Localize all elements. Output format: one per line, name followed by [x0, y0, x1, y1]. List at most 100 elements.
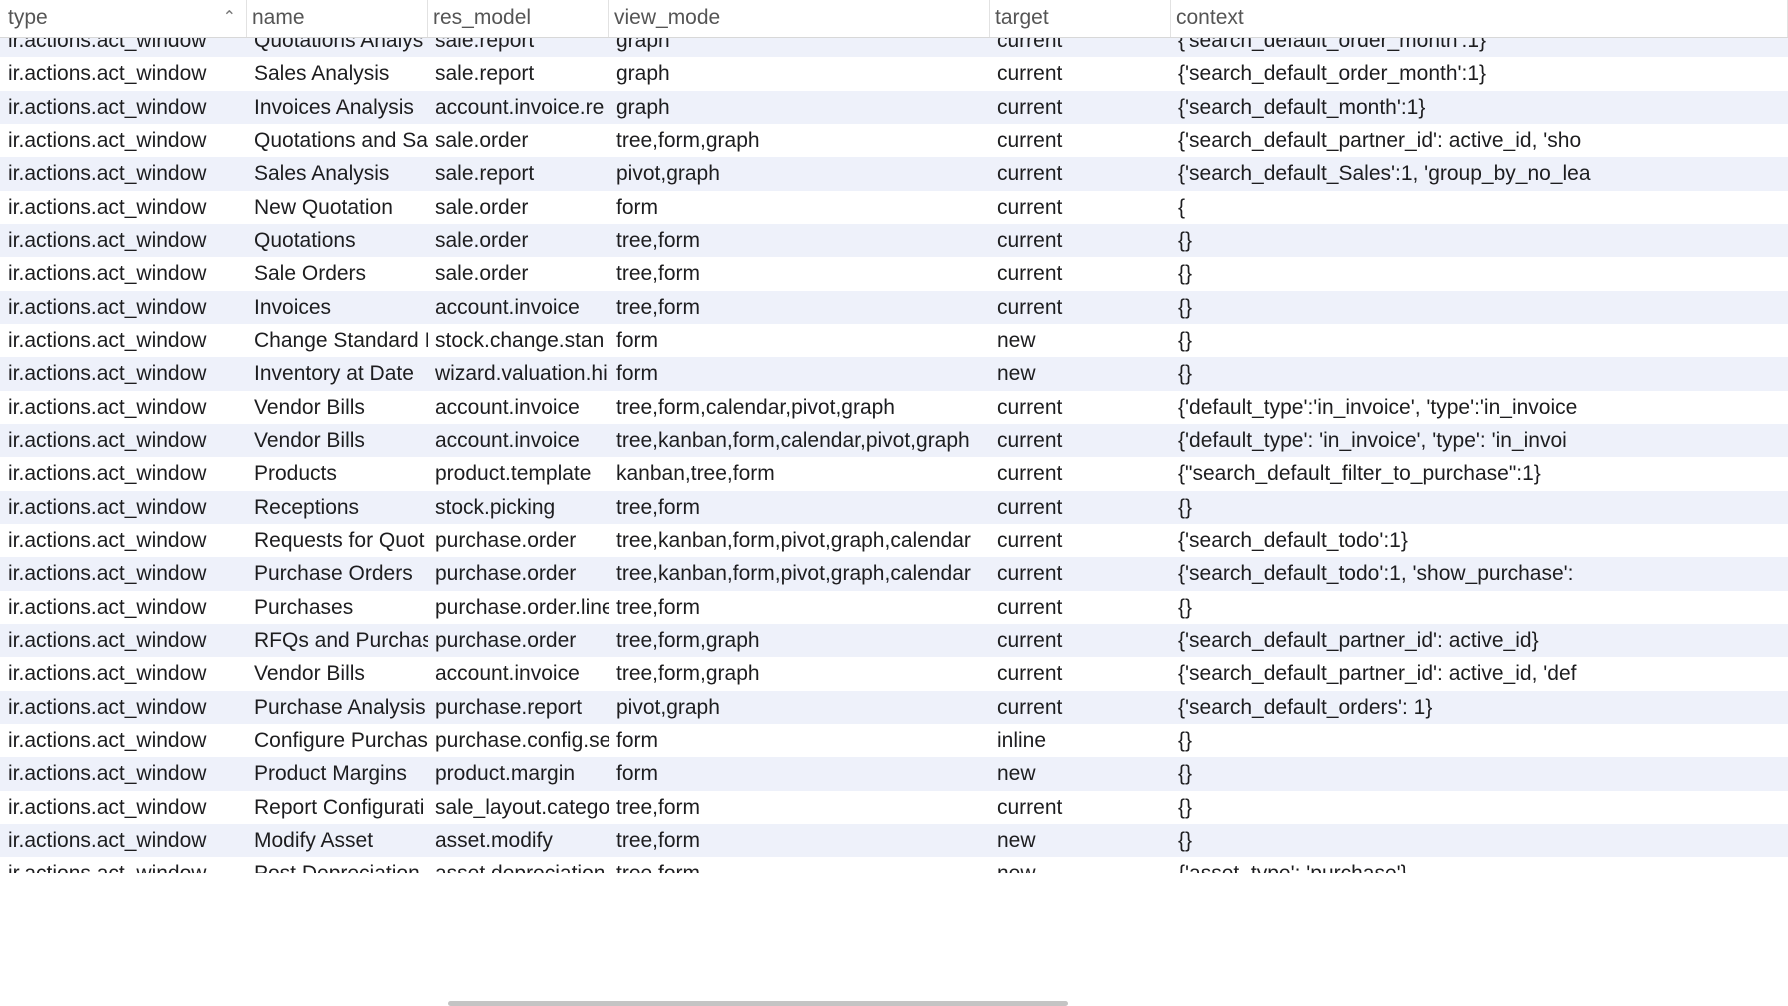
cell-context[interactable]: {} — [1171, 824, 1788, 857]
cell-name[interactable]: Sale Orders — [247, 257, 428, 290]
cell-view-mode[interactable]: tree,form,graph — [609, 624, 990, 657]
cell-type[interactable]: ir.actions.act_window — [0, 91, 247, 124]
cell-type[interactable]: ir.actions.act_window — [0, 324, 247, 357]
table-row[interactable]: ir.actions.act_window Purchases purchase.o… — [0, 590, 1788, 624]
cell-view-mode[interactable]: tree,form,graph — [609, 124, 990, 157]
cell-context[interactable]: {} — [1171, 291, 1788, 324]
cell-res-model[interactable]: sale.order — [428, 257, 609, 290]
cell-view-mode[interactable]: pivot,graph — [609, 691, 990, 724]
cell-view-mode[interactable]: tree,kanban,form,pivot,graph,calendar — [609, 557, 990, 590]
cell-res-model[interactable]: purchase.config.se — [428, 724, 609, 757]
cell-res-model[interactable]: purchase.order.line — [428, 591, 609, 624]
cell-name[interactable]: Products — [247, 457, 428, 490]
cell-res-model[interactable]: stock.change.stan — [428, 324, 609, 357]
cell-view-mode[interactable]: form — [609, 324, 990, 357]
column-header-res-model[interactable]: res_model — [428, 0, 609, 37]
results-grid[interactable]: type ⌃ name res_model view_mode target c… — [0, 0, 1788, 1006]
cell-context[interactable]: {} — [1171, 791, 1788, 824]
table-row[interactable]: ir.actions.act_window Change Standard Ist… — [0, 323, 1788, 358]
cell-type[interactable]: ir.actions.act_window — [0, 757, 247, 790]
column-header-name[interactable]: name — [247, 0, 428, 37]
cell-name[interactable]: Sales Analysis — [247, 157, 428, 190]
column-header-context[interactable]: context — [1171, 0, 1788, 37]
cell-name[interactable]: Purchase Orders — [247, 557, 428, 590]
cell-target[interactable]: current — [990, 57, 1171, 90]
cell-res-model[interactable]: asset.modify — [428, 824, 609, 857]
cell-name[interactable]: Vendor Bills — [247, 657, 428, 690]
cell-view-mode[interactable]: tree,form — [609, 791, 990, 824]
cell-target[interactable]: current — [990, 391, 1171, 424]
cell-view-mode[interactable]: tree,form — [609, 224, 990, 257]
cell-name[interactable]: Purchases — [247, 591, 428, 624]
cell-target[interactable]: current — [990, 524, 1171, 557]
cell-name[interactable]: Report Configurati — [247, 791, 428, 824]
cell-view-mode[interactable]: graph — [609, 91, 990, 124]
cell-context[interactable]: {} — [1171, 491, 1788, 524]
cell-res-model[interactable]: sale_layout.catego — [428, 791, 609, 824]
cell-type[interactable]: ir.actions.act_window — [0, 157, 247, 190]
cell-view-mode[interactable]: tree,form — [609, 824, 990, 857]
cell-context[interactable]: {'search_default_orders': 1} — [1171, 691, 1788, 724]
cell-view-mode[interactable]: tree,form — [609, 257, 990, 290]
cell-view-mode[interactable]: graph — [609, 57, 990, 90]
cell-res-model[interactable]: sale.report — [428, 57, 609, 90]
cell-context[interactable]: {} — [1171, 224, 1788, 257]
table-row[interactable]: ir.actions.act_window Modify Asset asset.m… — [0, 823, 1788, 858]
cell-type[interactable]: ir.actions.act_window — [0, 357, 247, 390]
cell-context[interactable]: {"search_default_filter_to_purchase":1} — [1171, 457, 1788, 490]
table-row[interactable]: ir.actions.act_window Sales Analysis sale.… — [0, 157, 1788, 191]
cell-type[interactable]: ir.actions.act_window — [0, 657, 247, 690]
cell-context[interactable]: {} — [1171, 591, 1788, 624]
cell-view-mode[interactable]: tree,form — [609, 591, 990, 624]
cell-name[interactable]: Vendor Bills — [247, 391, 428, 424]
table-row[interactable]: ir.actions.act_window Receptions stock.pic… — [0, 490, 1788, 524]
cell-name[interactable]: Purchase Analysis — [247, 691, 428, 724]
cell-target[interactable]: current — [990, 791, 1171, 824]
cell-context[interactable]: {'search_default_Sales':1, 'group_by_no_… — [1171, 157, 1788, 190]
horizontal-scrollbar[interactable] — [448, 1001, 1068, 1006]
cell-context[interactable]: {'search_default_partner_id': active_id,… — [1171, 657, 1788, 690]
cell-name[interactable]: Modify Asset — [247, 824, 428, 857]
cell-type[interactable]: ir.actions.act_window — [0, 724, 247, 757]
cell-type[interactable]: ir.actions.act_window — [0, 57, 247, 90]
table-row[interactable]: ir.actions.act_window Products product.tem… — [0, 457, 1788, 491]
cell-res-model[interactable]: sale.order — [428, 224, 609, 257]
cell-view-mode[interactable]: form — [609, 757, 990, 790]
cell-target[interactable]: current — [990, 424, 1171, 457]
table-row[interactable]: ir.actions.act_window Vendor Bills account… — [0, 390, 1788, 424]
chevron-up-icon[interactable]: ⌃ — [223, 0, 236, 36]
cell-view-mode[interactable]: pivot,graph — [609, 157, 990, 190]
cell-view-mode[interactable]: tree,kanban,form,calendar,pivot,graph — [609, 424, 990, 457]
cell-view-mode[interactable]: tree,form,graph — [609, 657, 990, 690]
table-row[interactable]: ir.actions.act_window Report Configurati s… — [0, 790, 1788, 824]
cell-type[interactable]: ir.actions.act_window — [0, 491, 247, 524]
cell-view-mode[interactable]: tree,form — [609, 491, 990, 524]
cell-target[interactable]: inline — [990, 724, 1171, 757]
column-header-view-mode[interactable]: view_mode — [609, 0, 990, 37]
cell-context[interactable]: {'search_default_todo':1, 'show_purchase… — [1171, 557, 1788, 590]
cell-type[interactable]: ir.actions.act_window — [0, 257, 247, 290]
cell-type[interactable]: ir.actions.act_window — [0, 591, 247, 624]
cell-target[interactable]: current — [990, 457, 1171, 490]
cell-name[interactable]: Receptions — [247, 491, 428, 524]
cell-context[interactable]: {'search_default_partner_id': active_id,… — [1171, 124, 1788, 157]
cell-target[interactable]: current — [990, 157, 1171, 190]
cell-target[interactable]: current — [990, 191, 1171, 224]
cell-type[interactable]: ir.actions.act_window — [0, 524, 247, 557]
cell-res-model[interactable]: purchase.order — [428, 557, 609, 590]
cell-res-model[interactable]: account.invoice — [428, 424, 609, 457]
cell-res-model[interactable]: sale.report — [428, 157, 609, 190]
cell-context[interactable]: {} — [1171, 757, 1788, 790]
table-row[interactable]: ir.actions.act_window Vendor Bills account… — [0, 423, 1788, 458]
cell-target[interactable]: current — [990, 691, 1171, 724]
cell-name[interactable]: Vendor Bills — [247, 424, 428, 457]
cell-target[interactable]: current — [990, 291, 1171, 324]
cell-context[interactable]: {} — [1171, 257, 1788, 290]
cell-target[interactable]: current — [990, 257, 1171, 290]
cell-view-mode[interactable]: tree,form — [609, 291, 990, 324]
table-row[interactable]: ir.actions.act_window Inventory at Date wi… — [0, 357, 1788, 391]
cell-res-model[interactable]: purchase.report — [428, 691, 609, 724]
cell-res-model[interactable]: sale.order — [428, 191, 609, 224]
cell-res-model[interactable]: wizard.valuation.hi — [428, 357, 609, 390]
cell-context[interactable]: {} — [1171, 357, 1788, 390]
